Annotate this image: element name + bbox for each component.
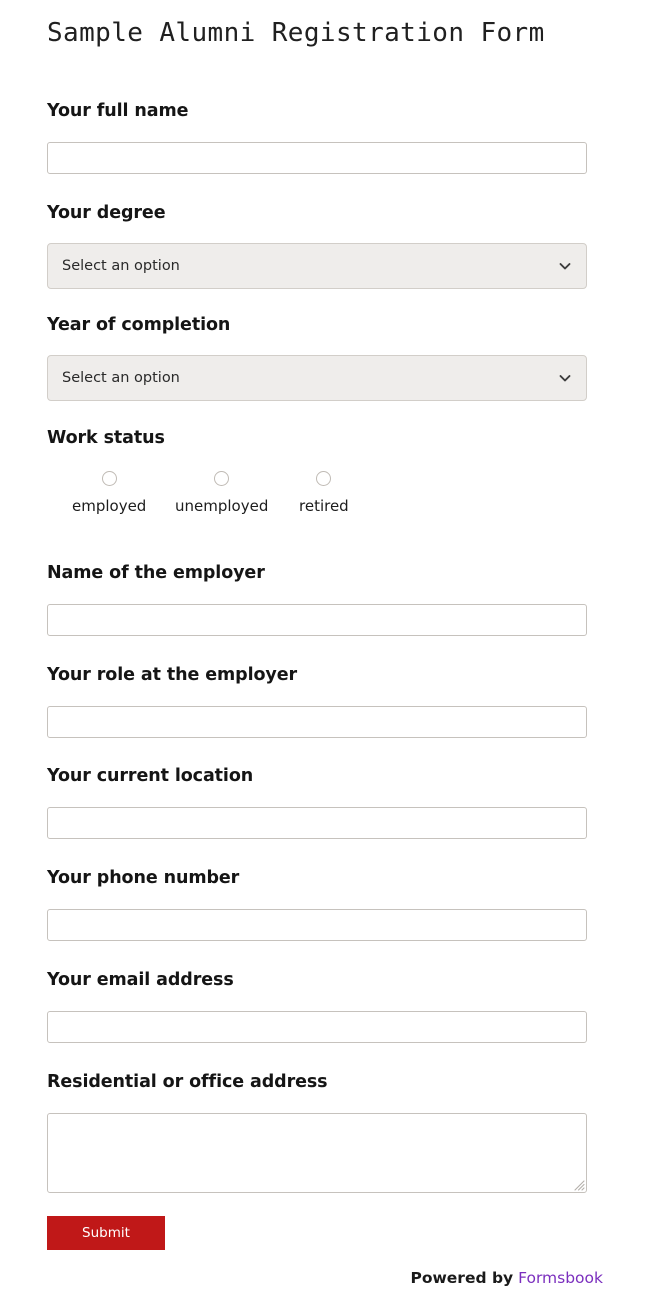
field-label-email: Your email address — [47, 970, 234, 990]
field-address: Residential or office address — [47, 1070, 587, 1193]
radio-dot-unemployed[interactable] — [214, 471, 230, 486]
year-of-completion-select[interactable]: Select an option — [47, 355, 587, 401]
radio-label-retired: retired — [299, 497, 349, 515]
field-location: Your current location — [47, 764, 587, 839]
field-employer-name: Name of the employer — [47, 561, 587, 636]
employer-name-input[interactable] — [47, 604, 587, 636]
full-name-input[interactable] — [47, 142, 587, 174]
degree-select-box[interactable]: Select an option — [47, 243, 587, 289]
year-of-completion-select-value: Select an option — [62, 370, 180, 386]
footer: Powered by Formsbook — [410, 1267, 603, 1289]
form-page: Sample Alumni Registration Form Your ful… — [0, 0, 650, 1306]
work-status-radio-group: employed unemployed retired — [47, 471, 587, 529]
radio-label-employed: employed — [72, 497, 147, 515]
chevron-down-icon — [559, 263, 571, 270]
chevron-down-icon — [559, 375, 571, 382]
field-label-employer-name: Name of the employer — [47, 563, 265, 583]
field-label-location: Your current location — [47, 766, 254, 786]
field-label-work-status: Work status — [47, 428, 165, 448]
field-work-status: Work status employed unemployed retired — [47, 426, 587, 529]
degree-select[interactable]: Select an option — [47, 243, 587, 289]
year-of-completion-select-box[interactable]: Select an option — [47, 355, 587, 401]
field-email: Your email address — [47, 968, 587, 1043]
address-textarea-wrapper — [47, 1113, 587, 1193]
field-label-full-name: Your full name — [47, 101, 189, 121]
field-degree: Your degree Select an option — [47, 201, 587, 289]
field-year-of-completion: Year of completion Select an option — [47, 313, 587, 401]
email-input[interactable] — [47, 1011, 587, 1043]
address-textarea[interactable] — [47, 1113, 587, 1193]
degree-select-value: Select an option — [62, 258, 180, 274]
field-label-phone: Your phone number — [47, 868, 240, 888]
page-title: Sample Alumni Registration Form — [47, 18, 545, 48]
phone-input[interactable] — [47, 909, 587, 941]
submit-button[interactable]: Submit — [47, 1216, 165, 1250]
field-label-role: Your role at the employer — [47, 665, 297, 685]
radio-option-unemployed[interactable]: unemployed — [175, 471, 268, 515]
radio-option-employed[interactable]: employed — [72, 471, 146, 515]
radio-dot-retired[interactable] — [316, 471, 332, 486]
field-role: Your role at the employer — [47, 663, 587, 738]
radio-option-retired[interactable]: retired — [299, 471, 349, 515]
field-full-name: Your full name — [47, 99, 587, 174]
powered-by-label: Powered by — [410, 1269, 514, 1287]
formsbook-link[interactable]: Formsbook — [518, 1269, 603, 1287]
field-label-address: Residential or office address — [47, 1072, 328, 1092]
radio-dot-employed[interactable] — [101, 471, 117, 486]
role-input[interactable] — [47, 706, 587, 738]
field-label-degree: Your degree — [47, 203, 166, 223]
radio-label-unemployed: unemployed — [175, 497, 269, 515]
field-phone: Your phone number — [47, 866, 587, 941]
field-label-year-of-completion: Year of completion — [47, 315, 231, 335]
location-input[interactable] — [47, 807, 587, 839]
